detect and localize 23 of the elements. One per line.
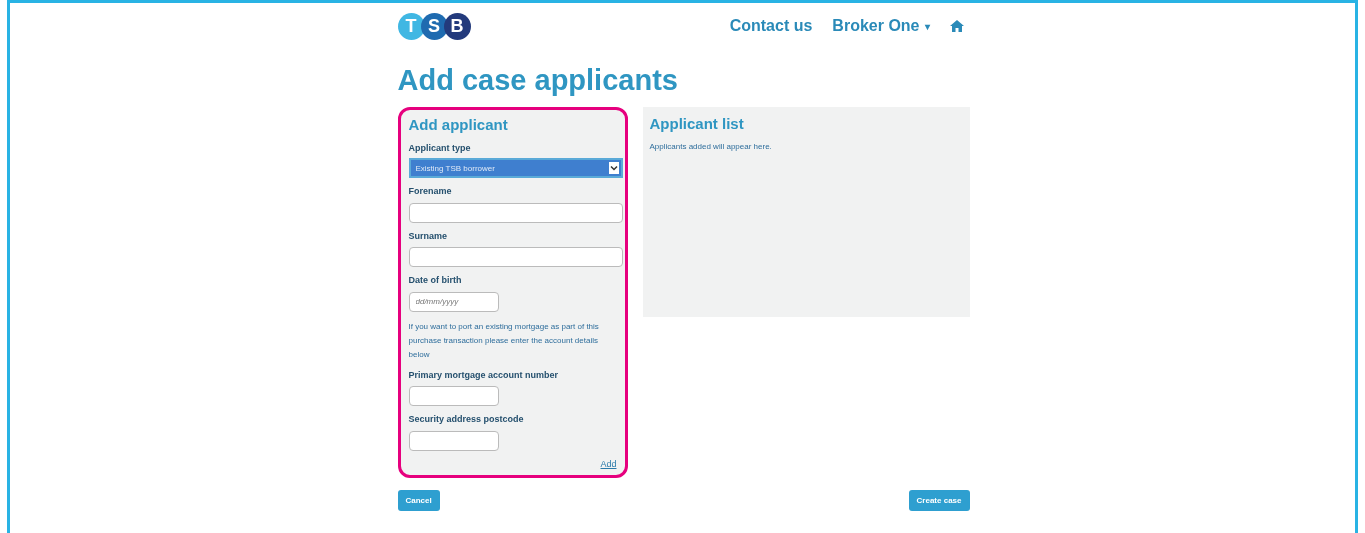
field-label: Date of birth [408,275,463,285]
panel-title: Applicant list [649,115,745,132]
field-label: Primary mortgage account number [408,369,560,380]
field-label: Applicant type [408,143,472,153]
home-icon[interactable] [949,20,964,32]
input-field[interactable]: dd/mm/yyyy [408,291,499,312]
cancel-button[interactable]: Cancel [397,489,440,511]
field-label: Forename [408,186,453,196]
create-case-button[interactable]: Create case [908,489,970,511]
field-label: Security address postcode [408,414,525,424]
input-field[interactable] [408,202,623,223]
add-link[interactable]: Add [600,458,617,469]
applicant-type-dropdown[interactable]: Existing TSB borrower [408,158,623,178]
empty-message: Applicants added will appear here. [649,142,773,151]
input-field[interactable] [408,247,623,267]
field-label: Surname [408,230,448,241]
help-text: If you want to port an existing mortgage as part of this purchase transaction please enter the account details below [408,320,600,361]
account-menu[interactable]: Broker One ▾ [832,17,930,35]
page-title: Add case applicants [397,64,679,97]
input-field[interactable] [408,430,499,451]
nav-link[interactable]: Contact us [729,17,813,35]
input-field[interactable] [408,386,499,406]
panel-title: Add applicant [408,116,509,133]
